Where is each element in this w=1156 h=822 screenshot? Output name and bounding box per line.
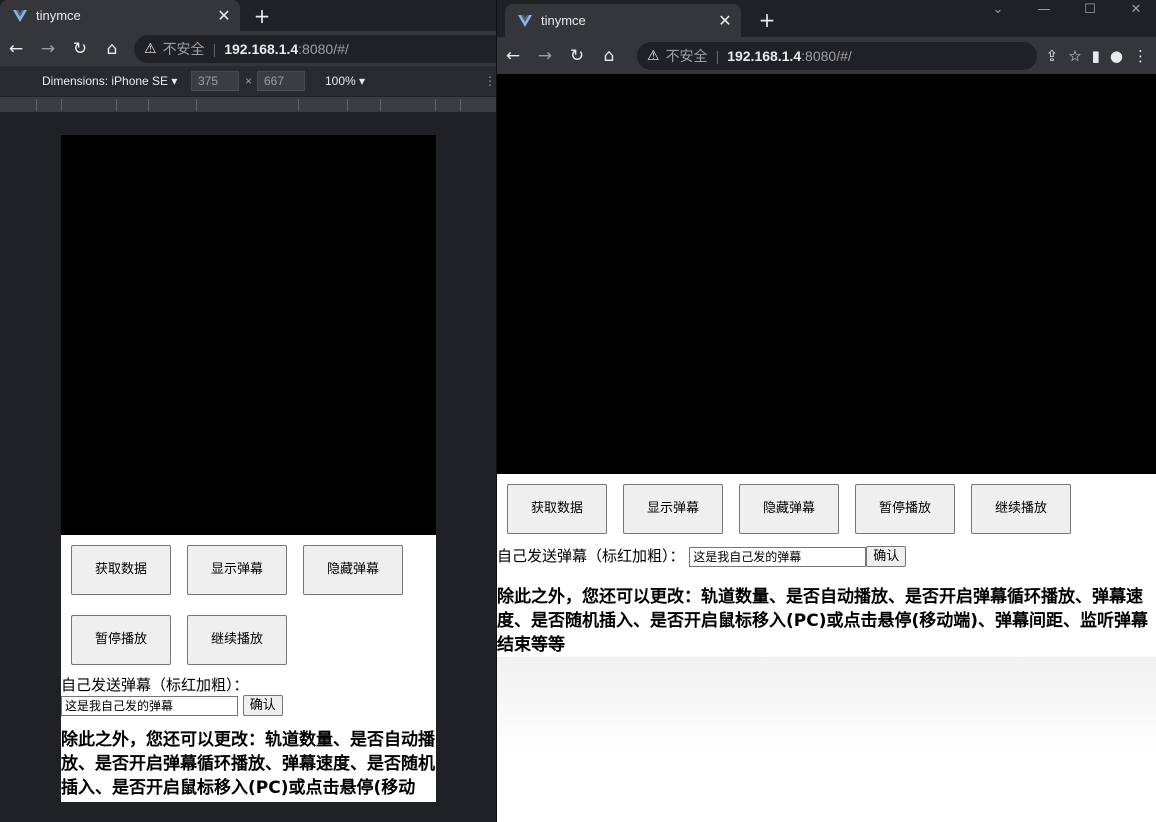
danmaku-input[interactable]: 这是我自己发的弹幕 [61, 695, 238, 716]
resume-button[interactable]: 继续播放 [187, 615, 287, 665]
description-text: 除此之外，您还可以更改：轨道数量、是否自动播放、是否开启弹幕循环播放、弹幕速度、… [497, 587, 1149, 655]
toolbar: ← → ↻ ⌂ ⚠ 不安全 | 192.168.1.4:8080/#/ [0, 31, 496, 66]
maximize-icon[interactable]: ☐ [1067, 2, 1113, 17]
browser-tab[interactable]: tinymce ✕ [505, 4, 741, 37]
new-tab-icon[interactable]: + [755, 8, 779, 32]
back-icon[interactable]: ← [497, 46, 529, 66]
url-host: 192.168.1.4 [727, 47, 802, 64]
width-input[interactable]: 375 [191, 71, 239, 91]
vue-logo-icon [13, 9, 27, 22]
send-row: 自己发送弹幕（标红加粗）： 这是我自己发的弹幕 确认 [497, 546, 1156, 567]
height-input[interactable]: 667 [257, 71, 305, 91]
warning-icon: ⚠ [144, 40, 157, 56]
side-panel-icon[interactable]: ▮ [1092, 47, 1100, 65]
reload-icon[interactable]: ↻ [561, 46, 593, 66]
browser-tab[interactable]: tinymce ✕ [0, 0, 240, 31]
device-toolbar: Dimensions: iPhone SE ▾ 375 × 667 100% ▾… [0, 66, 496, 96]
vue-logo-icon [518, 14, 532, 27]
share-icon[interactable]: ⇪ [1046, 47, 1059, 65]
close-window-icon[interactable]: ✕ [1113, 2, 1156, 17]
tab-strip: tinymce ✕ + [0, 0, 496, 31]
back-icon[interactable]: ← [0, 39, 32, 59]
times-sign: × [245, 74, 253, 88]
send-row: 自己发送弹幕（标红加粗）： 这是我自己发的弹幕 确认 [61, 675, 436, 716]
tab-title: tinymce [36, 8, 81, 23]
insecure-label: 不安全 [162, 40, 205, 57]
danmaku-video-area [61, 135, 436, 535]
tab-search-icon[interactable]: ⌄ [975, 2, 1021, 17]
send-label: 自己发送弹幕（标红加粗）： [497, 547, 685, 565]
home-icon[interactable]: ⌂ [593, 46, 625, 66]
confirm-button[interactable]: 确认 [242, 695, 283, 716]
pause-button[interactable]: 暂停播放 [71, 615, 171, 665]
zoom-label: 100% [325, 74, 356, 88]
menu-kebab-icon[interactable]: ⋮ [1133, 47, 1148, 65]
more-options-icon[interactable]: ⋮ [484, 74, 496, 88]
description-text: 除此之外，您还可以更改：轨道数量、是否自动播放、是否开启弹幕循环播放、弹幕速度、… [61, 730, 435, 798]
send-label: 自己发送弹幕（标红加粗）： [61, 676, 249, 694]
warning-icon: ⚠ [647, 47, 660, 63]
page-bottom-area [497, 657, 1156, 820]
close-tab-icon[interactable]: ✕ [715, 11, 735, 30]
device-viewport: 获取数据 显示弹幕 隐藏弹幕暂停播放 继续播放 自己发送弹幕（标红加粗）： 这是我自己… [61, 135, 436, 802]
media-query-ruler [0, 96, 496, 112]
bookmark-star-icon[interactable]: ☆ [1068, 47, 1081, 65]
address-bar[interactable]: ⚠ 不安全 | 192.168.1.4:8080/#/ [134, 34, 496, 63]
confirm-button[interactable]: 确认 [866, 546, 907, 567]
get-data-button[interactable]: 获取数据 [71, 545, 171, 595]
forward-icon[interactable]: → [32, 39, 64, 59]
resume-button[interactable]: 继续播放 [971, 484, 1071, 534]
device-label: Dimensions: iPhone SE [42, 74, 169, 88]
home-icon[interactable]: ⌂ [96, 39, 128, 59]
close-tab-icon[interactable]: ✕ [214, 6, 234, 25]
button-row: 获取数据显示弹幕隐藏弹幕暂停播放继续播放 [497, 474, 1156, 546]
danmaku-video-area [497, 74, 1156, 474]
browser-window-right: tinymce ✕ + ⌄ — ☐ ✕ ← → ↻ ⌂ ⚠ 不安全 | 192.… [497, 0, 1156, 822]
forward-icon[interactable]: → [529, 46, 561, 66]
insecure-label: 不安全 [665, 47, 708, 64]
reload-icon[interactable]: ↻ [64, 39, 96, 59]
toolbar-actions: ⇪ ☆ ▮ ● ⋮ [1046, 47, 1148, 65]
url-rest: :8080/#/ [298, 40, 349, 57]
tab-strip: tinymce ✕ + ⌄ — ☐ ✕ [497, 0, 1156, 37]
browser-window-left: tinymce ✕ + ← → ↻ ⌂ ⚠ 不安全 | 192.168.1.4:… [0, 0, 496, 822]
show-danmaku-button[interactable]: 显示弹幕 [187, 545, 287, 595]
tab-title: tinymce [541, 13, 586, 28]
url-rest: :8080/#/ [801, 47, 852, 64]
profile-avatar-icon[interactable]: ● [1110, 47, 1123, 65]
page-content: 获取数据 显示弹幕 隐藏弹幕 暂停播放 继续播放 自己发送弹幕（标红加粗）： 这是我自己… [497, 74, 1156, 820]
minimize-icon[interactable]: — [1021, 2, 1067, 17]
get-data-button[interactable]: 获取数据 [507, 484, 607, 534]
zoom-select[interactable]: 100% ▾ [325, 74, 365, 88]
danmaku-input[interactable]: 这是我自己发的弹幕 [689, 546, 867, 567]
address-bar[interactable]: ⚠ 不安全 | 192.168.1.4:8080/#/ [637, 41, 1037, 70]
separator: | [212, 40, 217, 57]
toolbar: ← → ↻ ⌂ ⚠ 不安全 | 192.168.1.4:8080/#/ ⇪ ☆ … [497, 37, 1156, 74]
hide-danmaku-button[interactable]: 隐藏弹幕 [303, 545, 403, 595]
url-host: 192.168.1.4 [224, 40, 299, 57]
button-row: 获取数据显示弹幕隐藏弹幕暂停播放继续播放 [61, 535, 436, 685]
show-danmaku-button[interactable]: 显示弹幕 [623, 484, 723, 534]
pause-button[interactable]: 暂停播放 [855, 484, 955, 534]
hide-danmaku-button[interactable]: 隐藏弹幕 [739, 484, 839, 534]
device-select[interactable]: Dimensions: iPhone SE ▾ [42, 74, 177, 88]
separator: | [715, 47, 720, 64]
new-tab-icon[interactable]: + [250, 4, 274, 28]
